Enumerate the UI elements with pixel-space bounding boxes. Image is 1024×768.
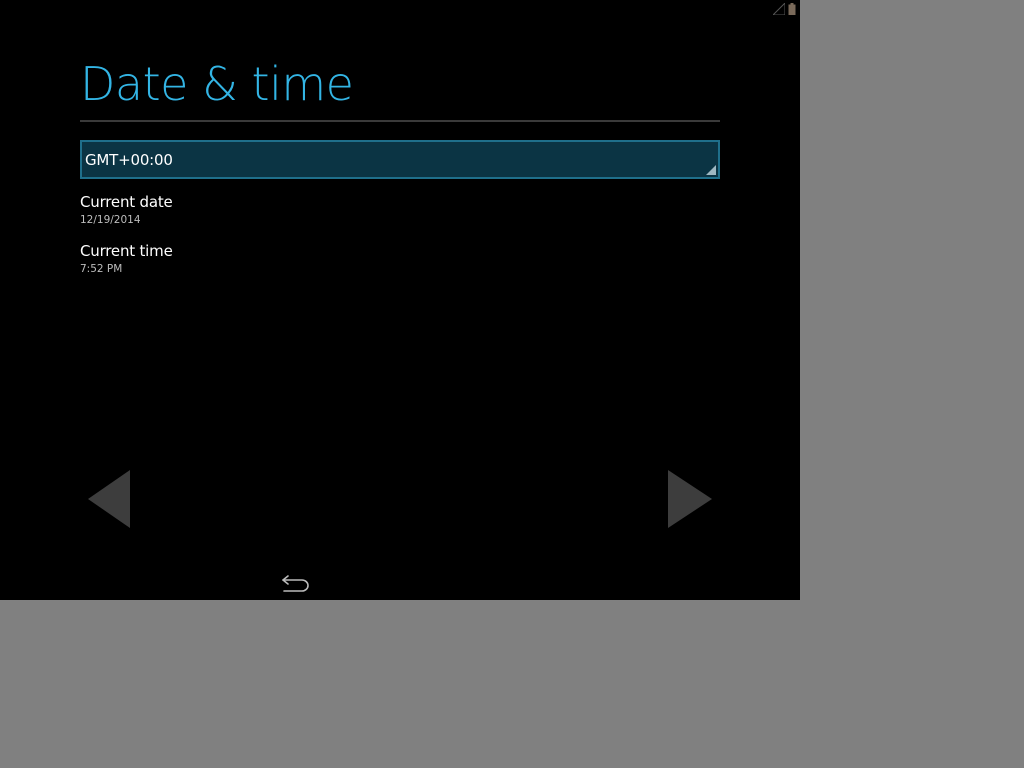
current-date-setting[interactable]: Current date 12/19/2014 xyxy=(80,192,720,228)
current-time-setting[interactable]: Current time 7:52 PM xyxy=(80,241,720,277)
dropdown-corner-icon xyxy=(706,165,716,175)
right-arrow-icon xyxy=(668,470,712,528)
battery-icon xyxy=(788,0,796,19)
current-date-value: 12/19/2014 xyxy=(80,214,141,226)
left-arrow-icon xyxy=(88,470,130,528)
timezone-value: GMT+00:00 xyxy=(85,151,173,169)
previous-button[interactable] xyxy=(84,468,132,530)
current-time-value: 7:52 PM xyxy=(80,263,123,275)
status-bar xyxy=(771,0,796,19)
title-divider xyxy=(80,120,720,122)
page-title: Date & time xyxy=(80,57,354,111)
device-screen: Date & time GMT+00:00 Current date 12/19… xyxy=(0,0,800,600)
current-time-title: Current time xyxy=(80,242,173,260)
back-button[interactable] xyxy=(280,570,312,594)
signal-icon xyxy=(771,0,786,19)
timezone-dropdown[interactable]: GMT+00:00 xyxy=(80,140,720,179)
back-icon xyxy=(282,575,309,592)
current-date-title: Current date xyxy=(80,193,173,211)
next-button[interactable] xyxy=(666,468,714,530)
